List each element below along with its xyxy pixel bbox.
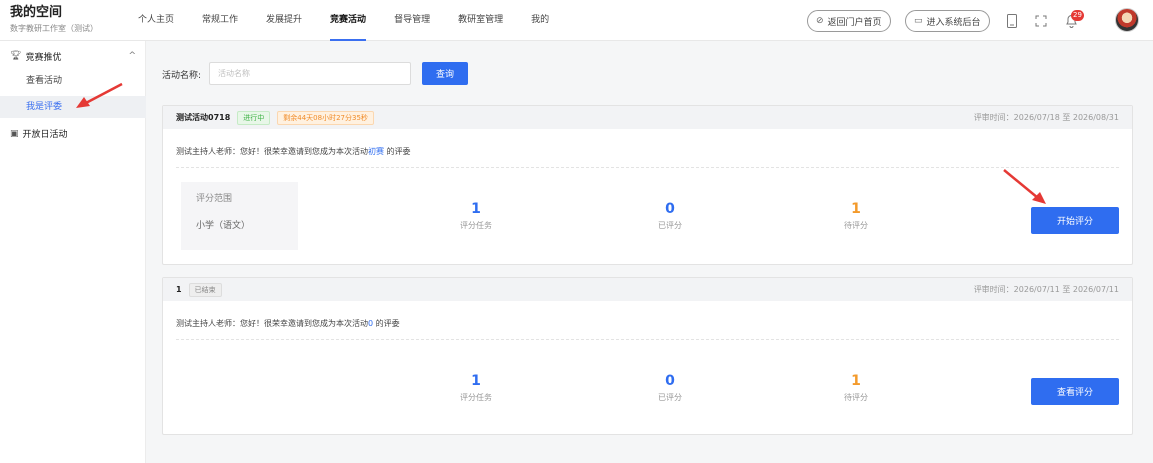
brand-subtitle: 数字教研工作室（测试） [10,24,98,33]
start-scoring-button[interactable]: 开始评分 [1031,207,1119,234]
compass-icon: ⊘ [816,16,824,26]
fullscreen-icon[interactable] [1033,13,1049,29]
bell-icon[interactable]: 29 [1063,10,1084,29]
stat-scored-label: 已评分 [658,221,682,230]
monitor-icon: ▭ [914,16,923,26]
trophy-icon: 🏆︎ [10,51,22,61]
stat-pending-num: 1 [851,373,861,389]
nav-routine-work[interactable]: 常规工作 [202,0,238,41]
scoring-scope: 评分范围 小学（语文） [181,182,298,250]
stat-tasks-num: 1 [471,373,481,389]
card-divider [176,339,1119,340]
stat-pending-label: 待评分 [844,221,868,230]
activity-name-input[interactable] [209,62,411,85]
top-header: 我的空间 数字教研工作室（测试） 个人主页 常规工作 发展提升 竞赛活动 督导管… [0,0,1153,41]
main-content: 活动名称: 查询 测试活动0718 进行中 剩余44天08小时27分35秒 评审… [146,41,1153,463]
stat-tasks: 1 评分任务 [416,201,536,231]
view-scoring-button[interactable]: 查看评分 [1031,378,1119,405]
stat-scored: 0 已评分 [610,373,730,403]
status-badge: 已结束 [188,282,222,297]
nav-research-office[interactable]: 教研室管理 [458,0,503,41]
backend-button-label: 进入系统后台 [926,17,981,28]
desc-suffix: 的评委 [373,319,400,328]
nav-mine[interactable]: 我的 [531,0,549,41]
nav-home[interactable]: 个人主页 [138,0,174,41]
stat-pending: 1 待评分 [796,373,916,403]
status-badge: 进行中 [237,110,271,125]
search-label: 活动名称: [162,71,202,81]
stat-scored: 0 已评分 [610,201,730,231]
scope-value: 小学（语文） [196,221,251,231]
card-header: 测试活动0718 进行中 剩余44天08小时27分35秒 评审时间：2026/0… [163,106,1132,129]
scope-label: 评分范围 [196,194,233,204]
sidebar-group-competition[interactable]: 🏆︎ 竞赛推优 ^ [10,48,136,64]
activity-card: 测试活动0718 进行中 剩余44天08小时27分35秒 评审时间：2026/0… [162,105,1133,265]
card-description: 测试主持人老师：您好！很荣幸邀请到您成为本次活动0 的评委 [176,318,400,329]
sidebar-item-open-day[interactable]: ▣ 开放日活动 [10,127,68,141]
stat-pending: 1 待评分 [796,201,916,231]
backend-button[interactable]: ▭ 进入系统后台 [905,10,990,32]
desc-suffix: 的评委 [384,147,411,156]
sidebar: 🏆︎ 竞赛推优 ^ 查看活动 我是评委 ▣ 开放日活动 [0,41,146,463]
review-time: 评审时间：2026/07/11 至 2026/07/11 [973,285,1119,294]
search-button[interactable]: 查询 [422,62,468,85]
countdown-badge: 剩余44天08小时27分35秒 [277,110,374,125]
card-title: 测试活动0718 [176,113,231,122]
card-divider [176,167,1119,168]
stat-tasks-label: 评分任务 [460,221,492,230]
stat-pending-label: 待评分 [844,393,868,402]
stat-scored-label: 已评分 [658,393,682,402]
nav-development[interactable]: 发展提升 [266,0,302,41]
activity-card: 1 已结束 评审时间：2026/07/11 至 2026/07/11 测试主持人… [162,277,1133,435]
sidebar-item-judge[interactable]: 我是评委 [0,96,146,118]
review-time: 评审时间：2026/07/18 至 2026/08/31 [973,113,1119,122]
brand-title: 我的空间 [10,5,63,20]
brand[interactable]: 我的空间 数字教研工作室（测试） [10,6,98,34]
notification-badge: 29 [1071,10,1084,21]
sidebar-item-open-day-label: 开放日活动 [22,130,68,140]
stat-tasks-num: 1 [471,201,481,217]
portal-button[interactable]: ⊘ 返回门户首页 [807,10,891,32]
stat-tasks-label: 评分任务 [460,393,492,402]
stat-scored-num: 0 [665,373,675,389]
nav-supervision[interactable]: 督导管理 [394,0,430,41]
calendar-icon: ▣ [10,128,19,139]
card-title: 1 [176,285,182,294]
desc-prefix: 测试主持人老师：您好！很荣幸邀请到您成为本次活动 [176,319,368,328]
desc-highlight[interactable]: 初赛 [368,147,384,156]
card-header: 1 已结束 评审时间：2026/07/11 至 2026/07/11 [163,278,1132,301]
sidebar-group-label: 竞赛推优 [25,52,62,63]
main-nav: 个人主页 常规工作 发展提升 竞赛活动 督导管理 教研室管理 我的 [138,0,577,41]
desc-prefix: 测试主持人老师：您好！很荣幸邀请到您成为本次活动 [176,147,368,156]
chevron-up-icon: ^ [128,51,136,61]
avatar[interactable] [1115,8,1139,32]
stat-scored-num: 0 [665,201,675,217]
stat-pending-num: 1 [851,201,861,217]
stat-tasks: 1 评分任务 [416,373,536,403]
sidebar-item-view-activities[interactable]: 查看活动 [0,70,146,92]
nav-competition[interactable]: 竞赛活动 [330,0,367,41]
portal-button-label: 返回门户首页 [827,17,882,28]
card-description: 测试主持人老师：您好！很荣幸邀请到您成为本次活动初赛 的评委 [176,146,411,157]
phone-icon[interactable] [1004,13,1020,29]
